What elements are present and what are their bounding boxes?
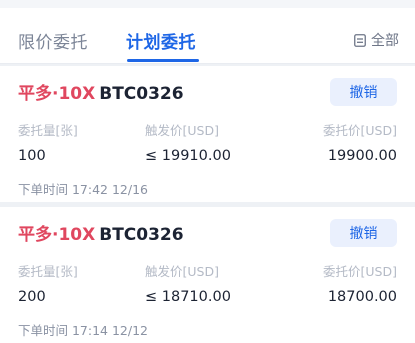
all-filter-label: 全部 xyxy=(371,33,399,49)
cancel-button[interactable]: 撤销 xyxy=(330,78,397,106)
order-time: 下单时间 17:42 12/16 xyxy=(18,182,148,197)
trigger-price-value: ≤ 18710.00 xyxy=(145,289,231,305)
tab-limit-orders[interactable]: 限价委托 xyxy=(18,28,88,53)
cancel-button[interactable]: 撤销 xyxy=(330,219,397,247)
order-time: 下单时间 17:14 12/12 xyxy=(18,323,148,338)
order-title: 平多·10X BTC0326 xyxy=(18,220,184,245)
qty-value: 200 xyxy=(18,289,46,305)
tab-plan-orders[interactable]: 计划委托 xyxy=(126,28,196,53)
order-symbol: BTC0326 xyxy=(99,225,184,245)
qty-label: 委托量[张] xyxy=(18,123,78,138)
list-icon xyxy=(354,33,366,47)
all-filter-button[interactable]: 全部 xyxy=(354,30,399,50)
order-side: 平多·10X xyxy=(18,225,96,245)
qty-value: 100 xyxy=(18,148,46,164)
order-title: 平多·10X BTC0326 xyxy=(18,79,184,104)
trigger-price-value: ≤ 19910.00 xyxy=(145,148,231,164)
order-card: 平多·10X BTC0326 撤销 委托量[张] 触发价[USD] 委托价[USD… xyxy=(0,207,415,343)
order-card: 平多·10X BTC0326 撤销 委托量[张] 触发价[USD] 委托价[USD… xyxy=(0,66,415,202)
order-price-label: 委托价[USD] xyxy=(323,123,397,138)
trigger-price-label: 触发价[USD] xyxy=(145,123,219,138)
order-symbol: BTC0326 xyxy=(99,84,184,104)
top-strip xyxy=(0,0,415,8)
qty-label: 委托量[张] xyxy=(18,264,78,279)
order-tabs-header: 限价委托 计划委托 全部 xyxy=(0,8,415,64)
trigger-price-label: 触发价[USD] xyxy=(145,264,219,279)
order-price-value: 18700.00 xyxy=(327,289,397,305)
active-tab-indicator xyxy=(127,59,199,62)
order-side: 平多·10X xyxy=(18,84,96,104)
order-price-label: 委托价[USD] xyxy=(323,264,397,279)
order-price-value: 19900.00 xyxy=(327,148,397,164)
